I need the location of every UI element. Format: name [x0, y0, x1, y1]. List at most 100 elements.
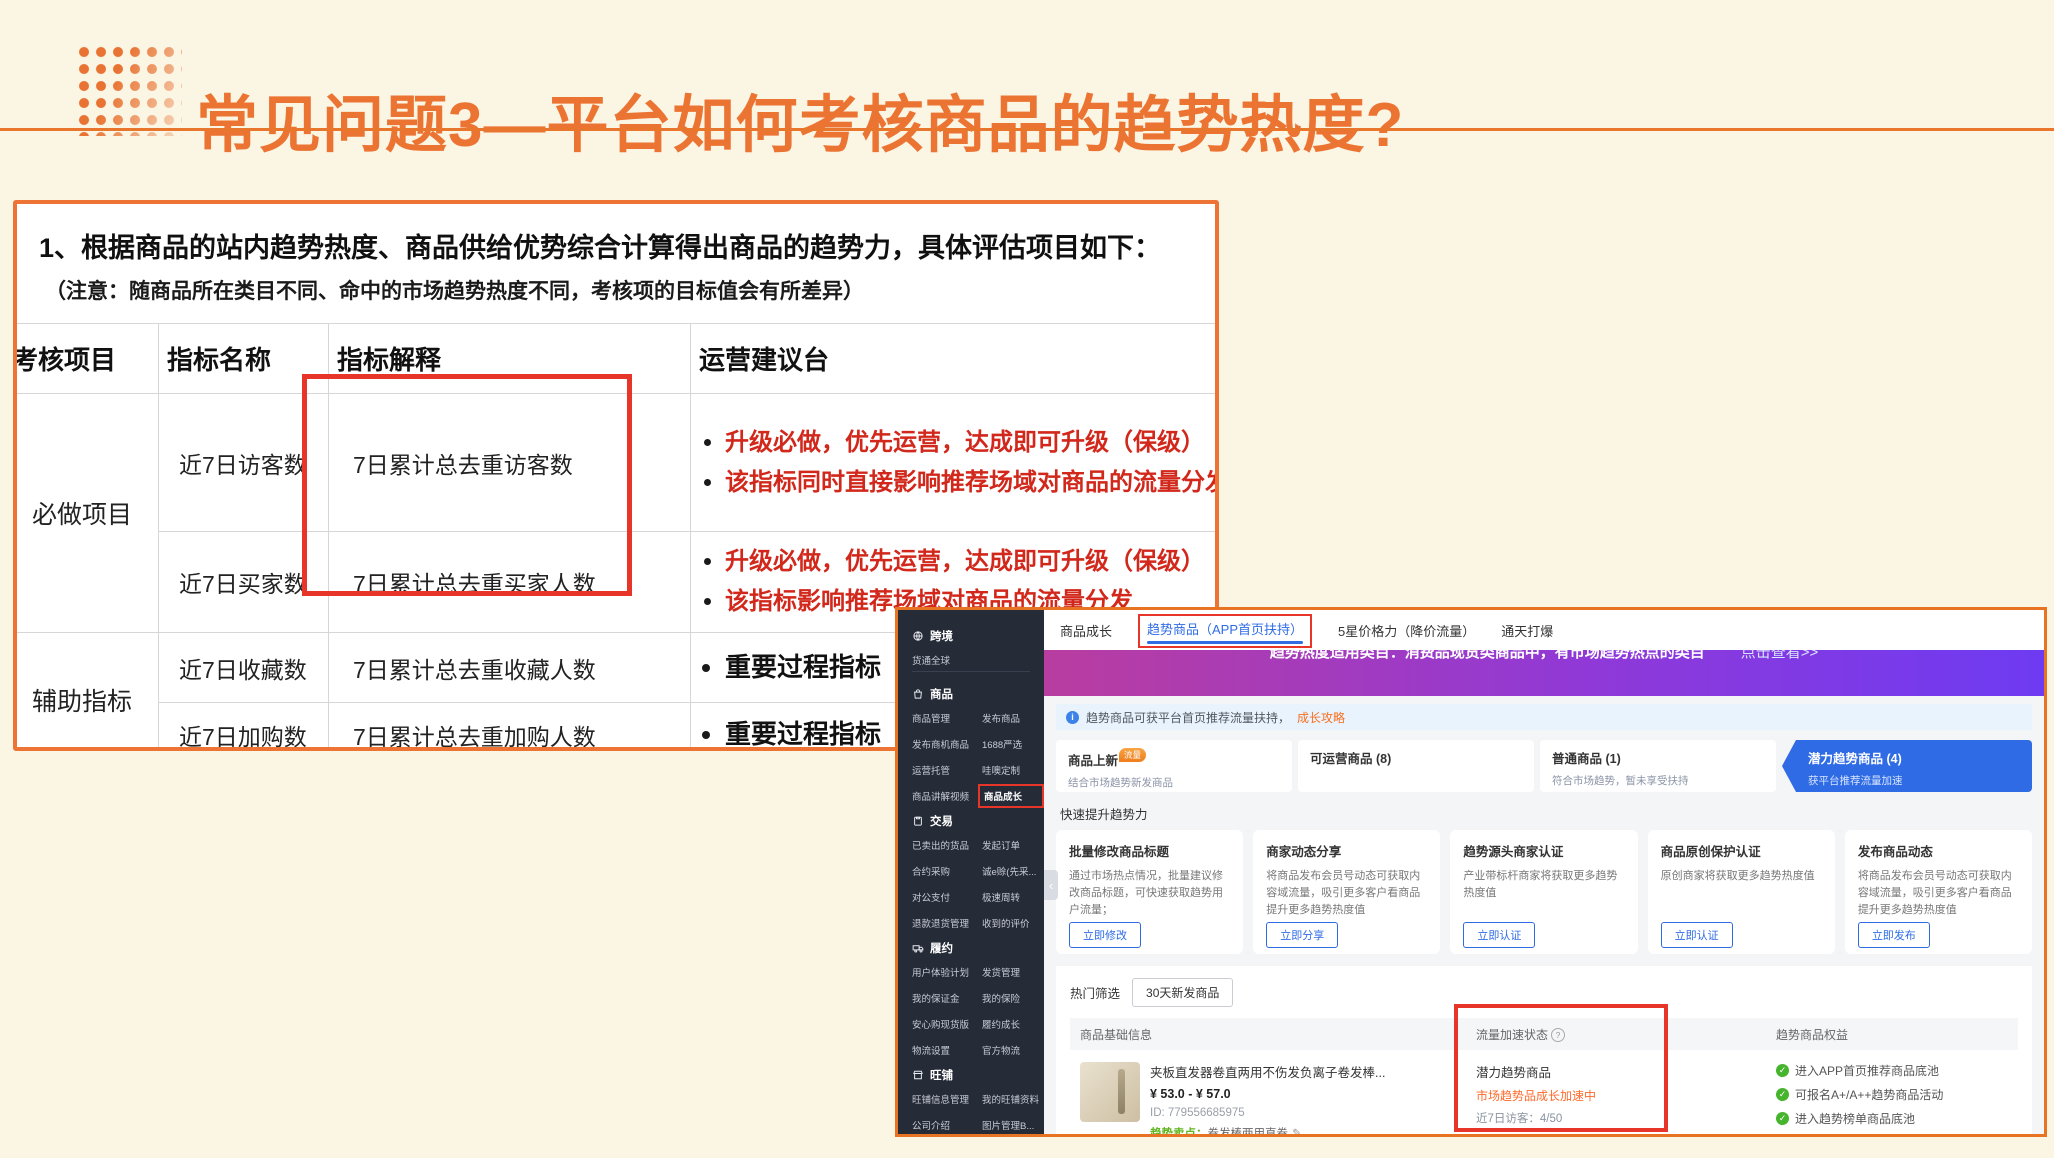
sidebar-item[interactable]: 物流设置: [912, 1043, 976, 1057]
sidebar-section-fulfillment: 履约 用户体验计划发货管理 我的保证金我的保险 安心购现货版履约成长 物流设置官…: [912, 940, 1040, 1057]
admin-sidebar: 跨境 货通全球 商品 商品管理发布商品 发布商机商品1688严选 运营托管哇噢定…: [898, 610, 1044, 1134]
sidebar-item[interactable]: 公司介绍: [912, 1118, 976, 1132]
question-icon: ?: [1551, 1028, 1565, 1042]
sidebar-item[interactable]: 履约成长: [982, 1017, 1040, 1031]
boost-card-share: 商家动态分享 将商品发布会员号动态可获取内容域流量，吸引更多客户看商品提升更多趋…: [1253, 830, 1440, 954]
sidebar-section-label: 商品: [930, 686, 953, 702]
certify-now-button[interactable]: 立即认证: [1661, 922, 1733, 948]
product-stage-tabs: 商品上新流量 结合市场趋势新发商品 可运营商品 (8) 普通商品 (1) 符合市…: [1056, 740, 2032, 792]
assessment-note: （注意：随商品所在类目不同、命中的市场趋势热度不同，考核项的目标值会有所差异）: [45, 275, 1199, 305]
product-price: ¥ 53.0 - ¥ 57.0: [1150, 1087, 1385, 1101]
bag-icon: [912, 688, 924, 700]
metric-name: 近7日加购数: [159, 703, 329, 752]
group-must-do: 必做项目: [13, 394, 159, 633]
admin-content: 商品成长 趋势商品（APP首页扶持） 5星价格力（降价流量） 通天打爆 趋势热度…: [1044, 610, 2044, 1134]
table-row: 必做项目 近7日访客数 7日累计总去重访客数 升级必做，优先运营，达成即可升级（…: [13, 394, 1219, 532]
sidebar-item[interactable]: 对公支付: [912, 890, 976, 904]
col-trend-rights: 趋势商品权益: [1776, 1026, 2008, 1043]
metric-name: 近7日收藏数: [159, 633, 329, 703]
stage-potential-trend[interactable]: 潜力趋势商品 (4) 获平台推荐流量加速: [1782, 740, 2032, 792]
carousel-prev-button[interactable]: ‹: [1044, 870, 1058, 900]
status-visitors: 近7日访客：4/50: [1476, 1110, 1776, 1126]
sidebar-item[interactable]: 安心购现货版: [912, 1017, 976, 1031]
status-state: 市场趋势品成长加速中: [1476, 1087, 1776, 1104]
selling-point-label: 趋势卖点：: [1150, 1128, 1208, 1134]
sidebar-item[interactable]: 我的保险: [982, 991, 1040, 1005]
list-header-row: 商品基础信息 流量加速状态? 趋势商品权益: [1070, 1018, 2018, 1050]
banner-link[interactable]: 点击查看>>: [1741, 650, 1819, 661]
filter-hot[interactable]: 热门筛选: [1070, 983, 1120, 1002]
sidebar-item[interactable]: 退款退货管理: [912, 916, 976, 930]
banner-text: 趋势热度适用类目：消费品现货类商品中，有市场趋势热点的类目: [1270, 650, 1705, 661]
boost-card-original-cert: 商品原创保护认证 原创商家将获取更多趋势热度值 立即认证: [1648, 830, 1835, 954]
sidebar-item[interactable]: 1688严选: [982, 737, 1040, 751]
sidebar-item[interactable]: 收到的评价: [982, 916, 1040, 930]
product-row[interactable]: 夹板直发器卷直两用不伤发负离子卷发棒... ¥ 53.0 - ¥ 57.0 ID…: [1070, 1050, 2018, 1134]
assessment-heading: 1、根据商品的站内趋势热度、商品供给优势综合计算得出商品的趋势力，具体评估项目如…: [39, 226, 1199, 265]
sidebar-section-shop: 旺铺 旺铺信息管理我的旺铺资料 公司介绍图片管理B...: [912, 1067, 1040, 1132]
sidebar-item[interactable]: 发布商品: [982, 711, 1040, 725]
sidebar-item[interactable]: 商品讲解视频: [912, 789, 976, 803]
sidebar-item[interactable]: 发起订单: [982, 838, 1040, 852]
tab-explode[interactable]: 通天打爆: [1501, 621, 1553, 640]
stage-normal[interactable]: 普通商品 (1) 符合市场趋势，暂未享受扶持: [1540, 740, 1776, 792]
admin-topbar: 商品成长 趋势商品（APP首页扶持） 5星价格力（降价流量） 通天打爆: [1044, 610, 2044, 650]
col-product-info: 商品基础信息: [1080, 1026, 1476, 1043]
traffic-badge: 流量: [1119, 748, 1146, 762]
sidebar-item[interactable]: 极速周转: [982, 890, 1040, 904]
publish-now-button[interactable]: 立即发布: [1858, 922, 1930, 948]
tab-trend-product[interactable]: 趋势商品（APP首页扶持）: [1147, 619, 1303, 644]
stage-new-product[interactable]: 商品上新流量 结合市场趋势新发商品: [1056, 740, 1292, 792]
selling-point-value: 卷发棒两用直卷: [1208, 1128, 1289, 1134]
info-text: 趋势商品可获平台首页推荐流量扶持，: [1086, 709, 1290, 726]
sidebar-item[interactable]: 我的旺铺资料: [982, 1092, 1040, 1106]
sidebar-item[interactable]: 用户体验计划: [912, 965, 976, 979]
red-highlight-active-tab: 趋势商品（APP首页扶持）: [1138, 614, 1312, 648]
header-divider: [0, 128, 2054, 131]
product-list-section: 热门筛选 30天新发商品 商品基础信息 流量加速状态? 趋势商品权益 夹板直发器…: [1056, 966, 2032, 1134]
check-icon: ✓: [1776, 1064, 1789, 1077]
sidebar-item[interactable]: 旺铺信息管理: [912, 1092, 976, 1106]
sidebar-section-label: 履约: [930, 940, 953, 956]
stage-operable[interactable]: 可运营商品 (8): [1298, 740, 1534, 792]
sidebar-item[interactable]: 诚e赊(先采...: [982, 864, 1040, 878]
share-now-button[interactable]: 立即分享: [1266, 922, 1338, 948]
metric-explain: 7日累计总去重加购人数: [329, 703, 691, 752]
metric-explain: 7日累计总去重访客数: [329, 394, 691, 532]
growth-guide-link[interactable]: 成长攻略: [1297, 709, 1345, 726]
sidebar-section-label: 跨境: [930, 628, 953, 644]
sidebar-item[interactable]: 图片管理B...: [982, 1118, 1040, 1132]
sidebar-item[interactable]: 哇噢定制: [982, 763, 1040, 777]
edit-now-button[interactable]: 立即修改: [1069, 922, 1141, 948]
sidebar-item[interactable]: 官方物流: [982, 1043, 1040, 1057]
sidebar-item[interactable]: 发货管理: [982, 965, 1040, 979]
traffic-status-cell: 潜力趋势商品 市场趋势品成长加速中 近7日访客：4/50 近7日买家：0/5: [1476, 1062, 1776, 1134]
certify-now-button[interactable]: 立即认证: [1463, 922, 1535, 948]
page-title: 常见问题3—平台如何考核商品的趋势热度?: [196, 74, 1404, 164]
tab-price-power[interactable]: 5星价格力（降价流量）: [1338, 621, 1475, 640]
sidebar-item[interactable]: 合约采购: [912, 864, 976, 878]
metric-explain: 7日累计总去重买家人数: [329, 532, 691, 633]
tab-product-growth[interactable]: 商品成长: [1060, 621, 1112, 640]
sidebar-section-label: 交易: [930, 813, 953, 829]
col-header-project: 考核项目: [13, 324, 159, 394]
sidebar-item[interactable]: 货通全球: [912, 653, 976, 667]
product-thumbnail: [1080, 1062, 1140, 1122]
advice-bullet: 升级必做，优先运营，达成即可升级（保级）: [725, 544, 1219, 580]
sidebar-item[interactable]: 发布商机商品: [912, 737, 976, 751]
truck-icon: [912, 942, 924, 954]
sidebar-section-product: 商品 商品管理发布商品 发布商机商品1688严选 运营托管哇噢定制 商品讲解视频…: [912, 671, 1030, 803]
sidebar-section-label: 旺铺: [930, 1067, 953, 1083]
sidebar-item[interactable]: 已卖出的货品: [912, 838, 976, 852]
check-icon: ✓: [1776, 1088, 1789, 1101]
sidebar-section-crossborder: 跨境 货通全球: [912, 628, 1040, 667]
filter-30day-new-button[interactable]: 30天新发商品: [1132, 978, 1233, 1007]
status-level: 潜力趋势商品: [1476, 1062, 1776, 1081]
edit-pencil-icon[interactable]: ✎: [1292, 1128, 1302, 1134]
sidebar-item[interactable]: 我的保证金: [912, 991, 976, 1005]
promo-banner: 趋势热度适用类目：消费品现货类商品中，有市场趋势热点的类目 点击查看>>: [1044, 650, 2044, 696]
sidebar-item-product-growth[interactable]: 商品成长: [978, 784, 1044, 808]
sidebar-item[interactable]: 运营托管: [912, 763, 976, 777]
metric-name: 近7日买家数: [159, 532, 329, 633]
sidebar-item[interactable]: 商品管理: [912, 711, 976, 725]
